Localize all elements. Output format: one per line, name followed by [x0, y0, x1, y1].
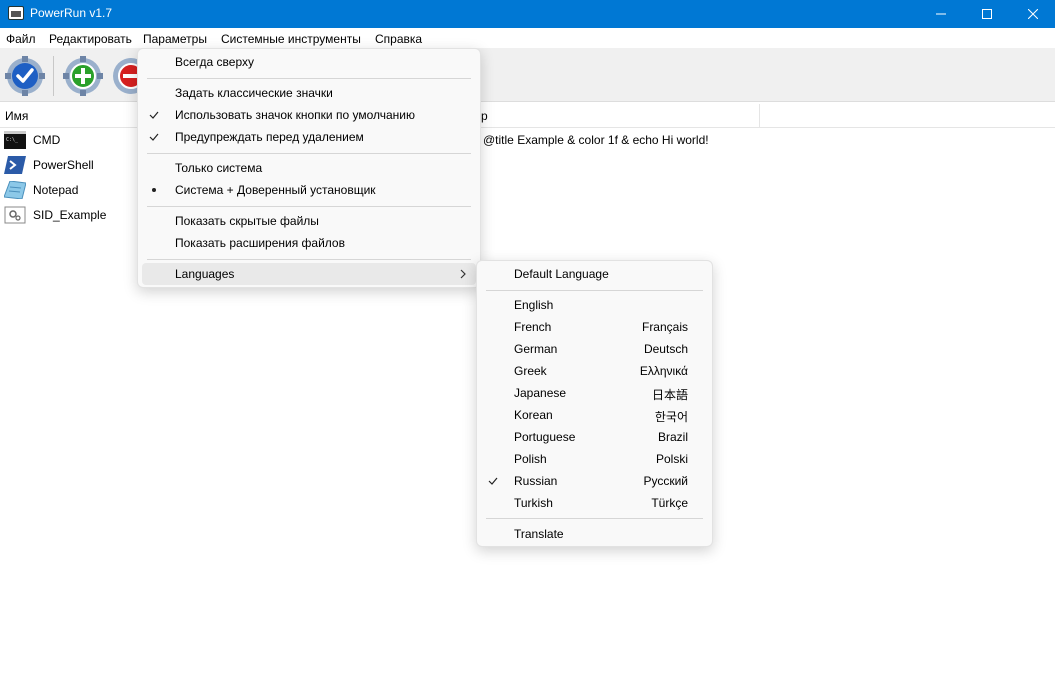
menu-item-default-button-icon[interactable]: Использовать значок кнопки по умолчанию [142, 104, 476, 126]
column-divider[interactable] [759, 104, 760, 128]
menu-edit[interactable]: Редактировать [49, 32, 132, 46]
language-name: German [514, 342, 558, 356]
checkmark-icon [149, 111, 159, 119]
run-button[interactable] [5, 56, 45, 96]
notepad-icon [4, 181, 26, 199]
menu-item-label: Система + Доверенный установщик [175, 183, 376, 197]
menu-item-language-polish[interactable]: Polish Polski [481, 448, 708, 470]
language-name: English [514, 298, 554, 312]
sid-icon [4, 206, 26, 224]
menu-separator [147, 206, 471, 207]
language-name: Turkish [514, 496, 553, 510]
menu-item-show-extensions[interactable]: Показать расширения файлов [142, 232, 476, 254]
menu-item-language-french[interactable]: French Français [481, 316, 708, 338]
cmd-icon: C:\_ [4, 131, 26, 149]
menu-item-language-turkish[interactable]: Turkish Türkçe [481, 492, 708, 514]
menu-item-label: Предупреждать перед удалением [175, 130, 364, 144]
languages-submenu: Default Language English French Français… [476, 260, 713, 547]
language-name: Russian [514, 474, 558, 488]
menu-separator [147, 153, 471, 154]
language-native-name: Polski [655, 452, 688, 466]
menu-separator [486, 290, 703, 291]
menu-item-label: Translate [514, 527, 564, 541]
language-name: Portuguese [514, 430, 576, 444]
run-check-icon [5, 56, 45, 96]
menu-item-classic-icons[interactable]: Задать классические значки [142, 82, 476, 104]
title-bar[interactable]: PowerRun v1.7 [0, 0, 1055, 28]
item-name: SID_Example [33, 208, 107, 222]
menu-item-translate[interactable]: Translate [481, 523, 708, 545]
menu-item-language-russian[interactable]: Russian Русский [481, 470, 708, 492]
menu-item-label: Default Language [514, 267, 609, 281]
menu-item-language-japanese[interactable]: Japanese 日本語 [481, 382, 708, 404]
menu-item-label: Показать расширения файлов [175, 236, 345, 250]
menu-separator [147, 78, 471, 79]
language-native-name: Türkçe [651, 496, 688, 510]
menu-item-language-german[interactable]: German Deutsch [481, 338, 708, 360]
menu-item-language-korean[interactable]: Korean 한국어 [481, 404, 708, 426]
language-name: Korean [514, 408, 553, 422]
menu-item-label: Показать скрытые файлы [175, 214, 319, 228]
menu-file[interactable]: Файл [6, 32, 36, 46]
menu-item-label: Всегда сверху [175, 55, 254, 69]
menu-system-tools[interactable]: Системные инструменты [221, 32, 361, 46]
checkmark-icon [488, 477, 498, 485]
menu-item-warn-before-delete[interactable]: Предупреждать перед удалением [142, 126, 476, 148]
language-native-name: Deutsch [643, 342, 688, 356]
language-native-name: Français [641, 320, 688, 334]
window-title: PowerRun v1.7 [30, 6, 113, 20]
language-name: French [514, 320, 552, 334]
menu-separator [486, 518, 703, 519]
close-button[interactable] [1010, 0, 1055, 28]
maximize-button[interactable] [964, 0, 1010, 28]
language-native-name: Русский [643, 474, 688, 488]
language-name: Polish [514, 452, 547, 466]
menu-item-system-trusted-installer[interactable]: Система + Доверенный установщик [142, 179, 476, 201]
minimize-button[interactable] [918, 0, 964, 28]
menu-item-label: Использовать значок кнопки по умолчанию [175, 108, 415, 122]
menu-item-language-english[interactable]: English [481, 294, 708, 316]
app-icon [8, 6, 24, 20]
item-parameters: @title Example & color 1f & echo Hi worl… [483, 133, 709, 147]
menu-item-label: Languages [175, 267, 235, 281]
add-button[interactable] [63, 56, 103, 96]
menu-item-show-hidden-files[interactable]: Показать скрытые файлы [142, 210, 476, 232]
language-name: Japanese [514, 386, 567, 400]
close-icon [1028, 9, 1038, 19]
svg-text:C:\_: C:\_ [6, 137, 19, 143]
menu-options[interactable]: Параметры [143, 32, 207, 46]
item-name: PowerShell [33, 158, 94, 172]
menu-help[interactable]: Справка [375, 32, 422, 46]
toolbar-separator [53, 56, 54, 96]
menu-item-label: Только система [175, 161, 263, 175]
checkmark-icon [149, 133, 159, 141]
radio-bullet-icon [152, 188, 156, 192]
menu-item-languages[interactable]: Languages [142, 263, 476, 285]
language-native-name: 日本語 [651, 388, 688, 402]
menu-item-default-language[interactable]: Default Language [481, 263, 708, 285]
menu-item-language-portuguese[interactable]: Portuguese Brazil [481, 426, 708, 448]
chevron-right-icon [460, 269, 466, 279]
menu-separator [147, 259, 471, 260]
language-native-name: Brazil [657, 430, 688, 444]
menu-item-always-on-top[interactable]: Всегда сверху [142, 51, 476, 73]
item-name: CMD [33, 133, 61, 147]
item-name: Notepad [33, 183, 79, 197]
language-native-name: Ελληνικά [639, 364, 688, 378]
column-parameters[interactable]: р [481, 109, 488, 123]
language-native-name: 한국어 [654, 410, 688, 424]
minimize-icon [936, 13, 946, 15]
options-menu: Всегда сверху Задать классические значки… [137, 48, 481, 288]
maximize-icon [982, 9, 992, 19]
add-icon [63, 56, 103, 96]
menu-bar: Файл Редактировать Параметры Системные и… [0, 28, 1055, 48]
language-name: Greek [514, 364, 547, 378]
menu-item-label: Задать классические значки [175, 86, 333, 100]
menu-item-language-greek[interactable]: Greek Ελληνικά [481, 360, 708, 382]
column-name[interactable]: Имя [5, 109, 28, 123]
powershell-icon [4, 156, 26, 174]
menu-item-system-only[interactable]: Только система [142, 157, 476, 179]
